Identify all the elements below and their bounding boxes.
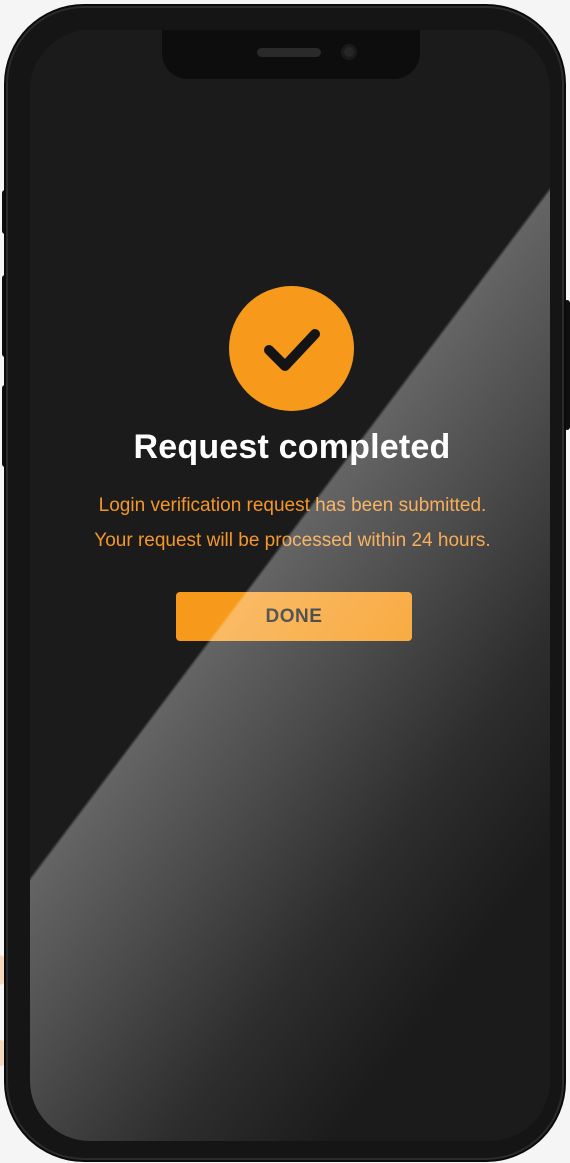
confirmation-dialog: Request completed Login verification req…: [30, 30, 550, 1141]
dialog-message: Login verification request has been subm…: [40, 488, 545, 558]
success-badge: [229, 286, 354, 411]
dialog-message-line: Login verification request has been subm…: [98, 495, 487, 516]
speaker-grille: [257, 48, 321, 57]
phone-screen: Request completed Login verification req…: [30, 30, 550, 1141]
dialog-title: Request completed: [133, 428, 451, 466]
dialog-message-line: Your request will be processed within 24…: [94, 530, 491, 551]
page: Request completed Login verification req…: [0, 0, 570, 1163]
phone-power-button: [564, 300, 570, 430]
front-camera: [341, 44, 357, 60]
phone-notch: [162, 30, 420, 79]
done-button[interactable]: DONE: [176, 592, 412, 641]
checkmark-icon: [264, 329, 320, 371]
phone-frame: Request completed Login verification req…: [6, 6, 564, 1160]
